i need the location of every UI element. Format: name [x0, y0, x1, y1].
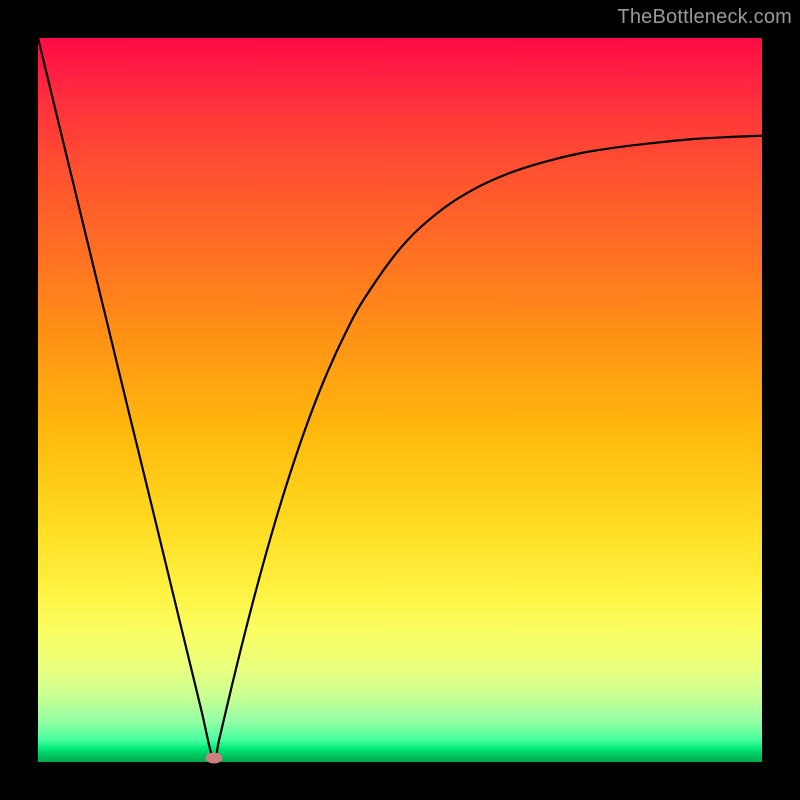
- chart-frame: TheBottleneck.com: [0, 0, 800, 800]
- plot-area: [38, 38, 762, 762]
- bottleneck-curve: [38, 38, 762, 762]
- minimum-marker-icon: [205, 753, 222, 764]
- watermark-text: TheBottleneck.com: [617, 6, 792, 29]
